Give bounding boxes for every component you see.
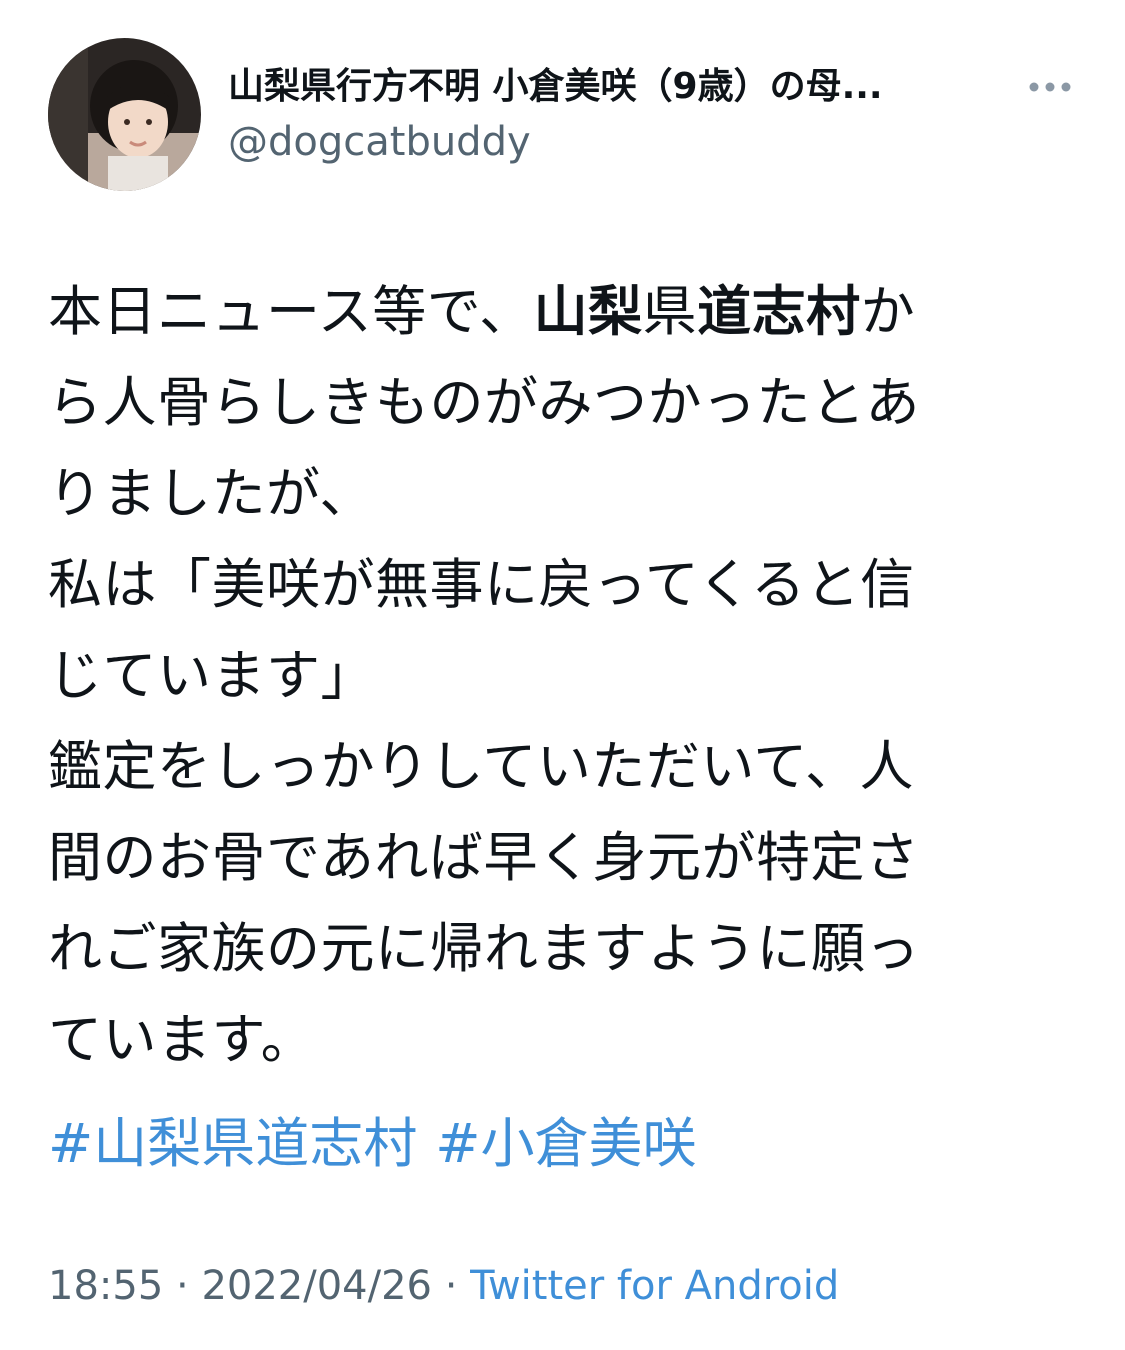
avatar-image: [48, 38, 201, 191]
display-name[interactable]: 山梨県行方不明 小倉美咲（9歳）の母...: [228, 62, 998, 112]
hashtag-link[interactable]: #山梨県道志村: [48, 1112, 417, 1175]
tweet-source-link[interactable]: Twitter for Android: [470, 1263, 839, 1309]
text-segment-bold: 山梨: [533, 280, 643, 343]
more-options-button[interactable]: [1026, 70, 1074, 104]
text-segment: 県: [642, 280, 698, 343]
tweet-date[interactable]: 2022/04/26: [201, 1263, 432, 1309]
tweet-metadata: 18:55 · 2022/04/26 · Twitter for Android: [48, 1258, 839, 1314]
tweet-line: りましたが、: [48, 462, 374, 525]
tweet-line: ら人骨らしきものがみつかったとあ: [48, 371, 920, 434]
hashtag-list: #山梨県道志村 #小倉美咲: [48, 1098, 715, 1189]
tweet-line: れご家族の元に帰れますように願っ: [48, 917, 920, 980]
text-segment-bold: 道志村: [697, 280, 861, 343]
avatar[interactable]: [48, 38, 201, 191]
meta-separator: ·: [431, 1263, 471, 1309]
meta-separator: ·: [163, 1263, 202, 1309]
text-segment: 本日ニュース等で、: [48, 280, 534, 343]
tweet-line: 鑑定をしっかりしていただいて、人: [48, 735, 915, 798]
text-segment: か: [860, 280, 916, 343]
tweet-line: 本日ニュース等で、山梨県道志村か: [48, 266, 1048, 357]
user-handle[interactable]: @dogcatbuddy: [228, 116, 531, 168]
hashtag-link[interactable]: #小倉美咲: [435, 1112, 696, 1175]
tweet-line: 間のお骨であれば早く身元が特定さ: [48, 826, 920, 889]
tweet-text: 本日ニュース等で、山梨県道志村か ら人骨らしきものがみつかったとあ りましたが、…: [48, 266, 1048, 1085]
tweet-line: ています。: [48, 1008, 316, 1071]
tweet-line: 私は「美咲が無事に戻ってくると信: [48, 553, 915, 616]
tweet-time[interactable]: 18:55: [48, 1263, 163, 1309]
tweet-line: じています」: [48, 644, 375, 707]
more-horizontal-icon: [1029, 82, 1071, 92]
